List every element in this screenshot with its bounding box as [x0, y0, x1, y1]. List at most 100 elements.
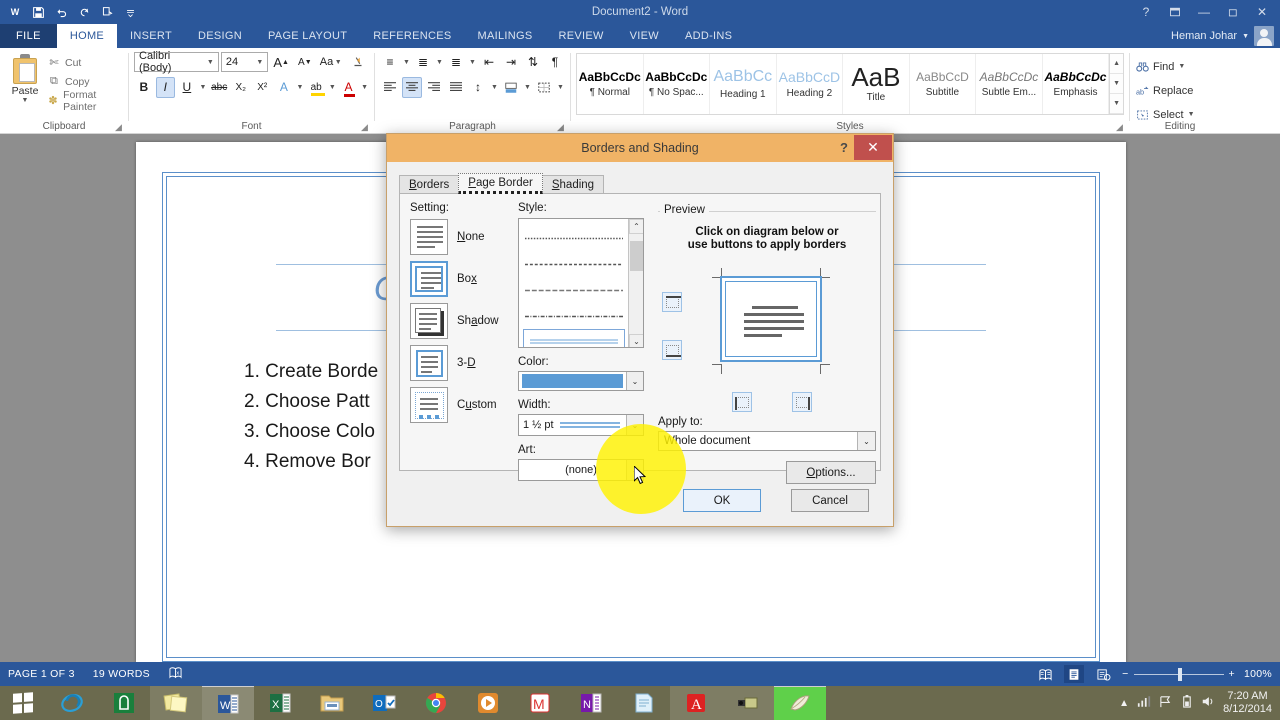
- style-heading-1[interactable]: AaBbCc Heading 1: [710, 54, 777, 114]
- sort-button[interactable]: ⇅: [523, 52, 543, 73]
- replace-button[interactable]: ab Replace: [1135, 81, 1225, 100]
- borders-chevron-icon[interactable]: ▼: [556, 84, 565, 91]
- border-width-dropdown[interactable]: 1 ½ pt ⌄: [518, 414, 644, 436]
- clock[interactable]: 7:20 AM 8/12/2014: [1223, 690, 1272, 716]
- style-list-item[interactable]: [519, 251, 629, 277]
- dialog-close-button[interactable]: ✕: [854, 135, 892, 160]
- minimize-button[interactable]: —: [1190, 0, 1218, 24]
- multilevel-list-button[interactable]: ≣: [446, 52, 466, 73]
- clipboard-dialog-launcher[interactable]: ◢: [115, 122, 125, 132]
- apply-to-dropdown[interactable]: Whole document ⌄: [658, 431, 876, 451]
- tab-review[interactable]: REVIEW: [545, 24, 616, 48]
- network-icon[interactable]: [1137, 695, 1151, 711]
- zoom-out-button[interactable]: −: [1122, 668, 1128, 680]
- setting-option-shadow[interactable]: Shadow: [410, 303, 508, 339]
- style-list-item[interactable]: [519, 225, 629, 251]
- multilevel-chevron-icon[interactable]: ▼: [468, 59, 477, 66]
- preview-stage[interactable]: [658, 264, 876, 414]
- taskbar-item-outlook[interactable]: O: [358, 686, 410, 720]
- align-center-button[interactable]: [402, 76, 422, 98]
- copy-button[interactable]: ⧉ Copy: [47, 73, 123, 90]
- font-name-combo[interactable]: Calibri (Body) ▼: [134, 50, 219, 74]
- style-heading-2[interactable]: AaBbCcD Heading 2: [777, 54, 844, 114]
- styles-gallery-scrollbar[interactable]: ▲ ▼ ▼: [1109, 54, 1123, 114]
- text-effects-button[interactable]: A: [274, 77, 294, 98]
- borders-button[interactable]: [534, 77, 554, 98]
- style-emphasis[interactable]: AaBbCcDc Emphasis: [1043, 54, 1110, 114]
- taskbar-item-paint[interactable]: [774, 686, 826, 720]
- taskbar-item-internet-explorer[interactable]: [46, 686, 98, 720]
- customize-quick-access-icon[interactable]: [120, 2, 140, 22]
- align-right-button[interactable]: [424, 77, 444, 98]
- line-spacing-chevron-icon[interactable]: ▼: [490, 84, 499, 91]
- taskbar-item-notepad[interactable]: [618, 686, 670, 720]
- border-color-dropdown[interactable]: ⌄: [518, 371, 644, 391]
- tab-mailings[interactable]: MAILINGS: [464, 24, 545, 48]
- dialog-help-button[interactable]: ?: [835, 138, 853, 156]
- bullets-chevron-icon[interactable]: ▼: [402, 59, 411, 66]
- clear-formatting-button[interactable]: [347, 52, 369, 73]
- line-spacing-button[interactable]: ↕: [468, 77, 488, 98]
- right-border-button[interactable]: [792, 392, 812, 412]
- style-normal[interactable]: AaBbCcDc ¶ Normal: [577, 54, 644, 114]
- zoom-slider[interactable]: − +: [1122, 667, 1235, 681]
- change-case-button[interactable]: Aa ▼: [318, 52, 346, 73]
- shrink-font-button[interactable]: A ▼: [294, 52, 316, 73]
- ribbon-display-options-button[interactable]: [1161, 0, 1189, 24]
- taskbar-item-onenote[interactable]: N: [566, 686, 618, 720]
- grow-font-button[interactable]: A ▲: [270, 52, 292, 73]
- taskbar-item-sticky-notes[interactable]: [150, 686, 202, 720]
- tab-home[interactable]: HOME: [56, 24, 118, 48]
- text-effects-chevron-icon[interactable]: ▼: [296, 84, 305, 91]
- gallery-scroll-down-icon[interactable]: ▼: [1110, 74, 1123, 94]
- restore-button[interactable]: [1219, 0, 1247, 24]
- align-left-button[interactable]: [380, 77, 400, 98]
- web-layout-icon[interactable]: [1093, 665, 1113, 683]
- tab-add-ins[interactable]: ADD-INS: [672, 24, 745, 48]
- show-hidden-icons-button[interactable]: ▲: [1119, 698, 1129, 709]
- font-color-button[interactable]: A: [339, 77, 359, 98]
- styles-dialog-launcher[interactable]: ◢: [1116, 122, 1126, 132]
- style-subtle-emphasis[interactable]: AaBbCcDc Subtle Em...: [976, 54, 1043, 114]
- text-highlight-button[interactable]: ab: [306, 77, 326, 98]
- tab-page-layout[interactable]: PAGE LAYOUT: [255, 24, 360, 48]
- zoom-track[interactable]: [1133, 667, 1224, 681]
- left-border-button[interactable]: [732, 392, 752, 412]
- shading-button[interactable]: [501, 77, 521, 98]
- zoom-thumb[interactable]: [1177, 667, 1182, 681]
- close-button[interactable]: ✕: [1248, 0, 1276, 24]
- italic-button[interactable]: I: [155, 76, 176, 98]
- taskbar-item-file-explorer[interactable]: [306, 686, 358, 720]
- taskbar-item-camtasia[interactable]: M: [514, 686, 566, 720]
- setting-option-none[interactable]: None: [410, 219, 508, 255]
- taskbar-item-screen-recorder[interactable]: [722, 686, 774, 720]
- underline-button[interactable]: U: [177, 77, 197, 98]
- shading-chevron-icon[interactable]: ▼: [523, 84, 532, 91]
- cancel-button[interactable]: Cancel: [791, 489, 869, 512]
- avatar[interactable]: [1254, 26, 1274, 46]
- dialog-tab-borders[interactable]: Borders: [399, 175, 460, 194]
- highlight-chevron-icon[interactable]: ▼: [328, 84, 337, 91]
- setting-option-3d[interactable]: 3-D: [410, 345, 508, 381]
- zoom-level[interactable]: 100%: [1244, 668, 1272, 680]
- scroll-down-icon[interactable]: ⌄: [629, 334, 643, 347]
- font-color-chevron-icon[interactable]: ▼: [360, 84, 369, 91]
- top-border-button[interactable]: [662, 292, 682, 312]
- tab-file[interactable]: FILE: [0, 24, 57, 48]
- font-dialog-launcher[interactable]: ◢: [361, 122, 371, 132]
- subscript-button[interactable]: X₂: [231, 77, 251, 98]
- show-formatting-marks-button[interactable]: ¶: [545, 52, 565, 73]
- proofing-errors-icon[interactable]: x: [168, 666, 183, 682]
- tab-view[interactable]: VIEW: [617, 24, 672, 48]
- gallery-scroll-up-icon[interactable]: ▲: [1110, 54, 1123, 74]
- style-list-item[interactable]: [519, 277, 629, 303]
- chevron-down-icon[interactable]: ⌄: [626, 372, 643, 390]
- style-title[interactable]: AaB Title: [843, 54, 910, 114]
- style-list-item[interactable]: [519, 303, 629, 329]
- undo-icon[interactable]: [51, 2, 71, 22]
- dialog-tab-page-border[interactable]: Page Border: [458, 173, 543, 194]
- style-list-item-selected[interactable]: [523, 329, 625, 347]
- superscript-button[interactable]: X²: [253, 77, 273, 98]
- find-button[interactable]: Find ▼: [1135, 57, 1225, 76]
- dialog-title-bar[interactable]: Borders and Shading ? ✕: [387, 134, 893, 162]
